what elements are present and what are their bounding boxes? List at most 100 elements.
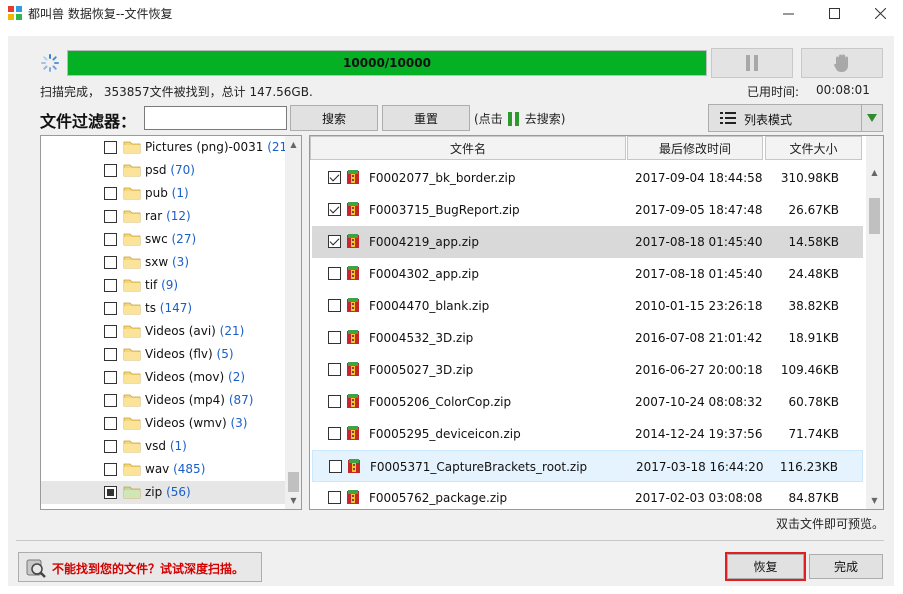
deep-scan-button[interactable]: 不能找到您的文件？试试深度扫描。 <box>18 552 262 582</box>
tree-item-name: sxw <box>145 255 169 269</box>
scrollbar-thumb[interactable] <box>869 198 880 234</box>
tree-item[interactable]: ts (147) <box>41 297 285 320</box>
file-name: F0005762_package.zip <box>369 491 508 505</box>
file-row[interactable]: F0005371_CaptureBrackets_root.zip 2017-03… <box>312 450 863 482</box>
tree-item-label: wav (485) <box>145 462 205 476</box>
file-row-checkbox[interactable] <box>328 363 341 376</box>
tree-item-checkbox[interactable] <box>104 325 117 338</box>
tree-item[interactable]: vsd (1) <box>41 435 285 458</box>
tree-item[interactable]: zip (56) <box>41 481 285 504</box>
tree-item[interactable]: Videos (flv) (5) <box>41 343 285 366</box>
tree-item-checkbox[interactable] <box>104 440 117 453</box>
minimize-button[interactable] <box>765 0 811 26</box>
filter-input[interactable] <box>144 106 287 130</box>
file-name: F0002077_bk_border.zip <box>369 171 516 185</box>
tree-item[interactable]: Videos (avi) (21) <box>41 320 285 343</box>
file-row-checkbox[interactable] <box>328 235 341 248</box>
view-mode-dropdown[interactable] <box>861 105 882 131</box>
search-button[interactable]: 搜索 <box>290 105 378 131</box>
column-header-modified[interactable]: 最后修改时间 <box>627 136 763 160</box>
file-row-checkbox[interactable] <box>328 267 341 280</box>
spinner-icon <box>41 54 59 72</box>
tree-item-name: Pictures (png)-0031 <box>145 140 264 154</box>
tree-item-checkbox[interactable] <box>104 463 117 476</box>
tree-item[interactable]: Pictures (png)-0031 (21) <box>41 136 292 159</box>
pause-button[interactable] <box>711 48 793 78</box>
tree-item[interactable]: swc (27) <box>41 228 285 251</box>
tree-item[interactable]: psd (70) <box>41 159 285 182</box>
file-list: 文件名 最后修改时间 文件大小 F0002077_bk_border.zip 20… <box>309 135 884 510</box>
tree-item-count: (87) <box>228 393 254 407</box>
file-row[interactable]: F0004470_blank.zip 2010-01-15 23:26:18 38.… <box>312 290 863 322</box>
file-size: 60.78KB <box>788 395 839 409</box>
tree-item-checkbox[interactable] <box>104 256 117 269</box>
file-row-checkbox[interactable] <box>328 331 341 344</box>
tree-item-checkbox[interactable] <box>104 302 117 315</box>
tree-item-checkbox[interactable] <box>104 371 117 384</box>
maximize-icon <box>828 7 840 19</box>
tree-item-checkbox[interactable] <box>104 187 117 200</box>
recover-button[interactable]: 恢复 <box>725 552 806 581</box>
tree-item[interactable]: rar (12) <box>41 205 285 228</box>
tree-item-name: Videos (flv) <box>145 347 213 361</box>
file-row[interactable]: F0005206_ColorCop.zip 2007-10-24 08:08:32… <box>312 386 863 418</box>
file-row-checkbox[interactable] <box>328 395 341 408</box>
tree-item-checkbox[interactable] <box>104 164 117 177</box>
file-row[interactable]: F0005295_deviceicon.zip 2014-12-24 19:37:… <box>312 418 863 450</box>
file-row[interactable]: F0003715_BugReport.zip 2017-09-05 18:47:4… <box>312 194 863 226</box>
tree-item[interactable]: Videos (wmv) (3) <box>41 412 285 435</box>
file-row-checkbox[interactable] <box>328 427 341 440</box>
tree-item-name: Videos (mp4) <box>145 393 225 407</box>
tree-item-checkbox[interactable] <box>104 486 117 499</box>
stop-button[interactable] <box>801 48 883 78</box>
file-row[interactable]: F0004532_3D.zip 2016-07-08 21:01:42 18.91K… <box>312 322 863 354</box>
tree-item-count: (70) <box>170 163 195 177</box>
maximize-button[interactable] <box>811 0 857 26</box>
folder-icon <box>123 233 141 246</box>
tree-item-checkbox[interactable] <box>104 279 117 292</box>
tree-item-name: Videos (mov) <box>145 370 225 384</box>
column-header-name[interactable]: 文件名 <box>310 136 626 160</box>
close-button[interactable] <box>857 0 903 26</box>
tree-item-label: sxw (3) <box>145 255 189 269</box>
tree-item-checkbox[interactable] <box>104 210 117 223</box>
tree-item[interactable]: Videos (mp4) (87) <box>41 389 285 412</box>
file-row[interactable]: F0005027_3D.zip 2016-06-27 20:00:18 109.46… <box>312 354 863 386</box>
file-row-checkbox[interactable] <box>328 203 341 216</box>
tree-item[interactable]: pub (1) <box>41 182 285 205</box>
file-row-checkbox[interactable] <box>328 491 341 504</box>
tree-item-checkbox[interactable] <box>104 348 117 361</box>
tree-scrollbar[interactable]: ▲ ▼ <box>285 136 301 509</box>
minimize-icon <box>782 13 794 14</box>
finish-button[interactable]: 完成 <box>809 554 883 579</box>
tree-item-checkbox[interactable] <box>104 141 117 154</box>
file-row[interactable]: F0004219_app.zip 2017-08-18 01:45:40 14.58… <box>312 226 863 258</box>
tree-item-checkbox[interactable] <box>104 233 117 246</box>
scroll-up-arrow[interactable]: ▲ <box>866 164 883 181</box>
file-row[interactable]: F0004302_app.zip 2017-08-18 01:45:40 24.48… <box>312 258 863 290</box>
file-row-checkbox[interactable] <box>328 299 341 312</box>
file-row-checkbox[interactable] <box>328 171 341 184</box>
tree-item[interactable]: sxw (3) <box>41 251 285 274</box>
scroll-down-arrow[interactable]: ▼ <box>866 492 883 509</box>
file-name: F0005371_CaptureBrackets_root.zip <box>370 460 588 474</box>
scrollbar-thumb[interactable] <box>288 472 299 492</box>
file-type-tree: Pictures (png)-0031 (21) psd (70) pub (1) r… <box>40 135 302 510</box>
tree-item[interactable]: tif (9) <box>41 274 285 297</box>
file-row[interactable]: F0002077_bk_border.zip 2017-09-04 18:44:5… <box>312 162 863 194</box>
folder-icon <box>123 440 141 453</box>
scroll-down-arrow[interactable]: ▼ <box>285 492 301 509</box>
folder-icon <box>123 463 141 476</box>
tree-item-label: Videos (wmv) (3) <box>145 416 247 430</box>
file-row-checkbox[interactable] <box>329 460 342 473</box>
tree-item-checkbox[interactable] <box>104 417 117 430</box>
view-mode-select[interactable]: 列表模式 <box>708 104 883 132</box>
file-list-scrollbar[interactable]: ▲ ▼ <box>866 136 883 509</box>
tree-item[interactable]: wav (485) <box>41 458 285 481</box>
file-row[interactable]: F0005762_package.zip 2017-02-03 03:08:08 8… <box>312 482 863 509</box>
column-header-size[interactable]: 文件大小 <box>765 136 862 160</box>
scroll-up-arrow[interactable]: ▲ <box>285 136 301 153</box>
tree-item[interactable]: Videos (mov) (2) <box>41 366 285 389</box>
reset-button[interactable]: 重置 <box>382 105 470 131</box>
tree-item-checkbox[interactable] <box>104 394 117 407</box>
